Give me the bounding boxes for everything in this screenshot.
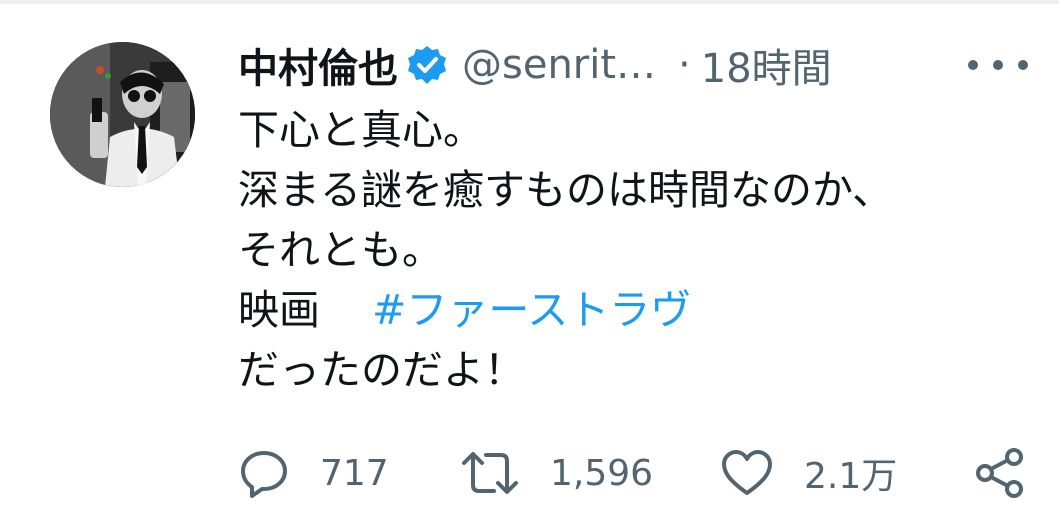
tweet[interactable]: 中村倫也 @senrit… · 18時間 下心と真心。 深まる謎を癒すものは時間… — [0, 0, 1059, 532]
tweet-line-5: だったのだよ！ — [238, 346, 525, 394]
retweet-button[interactable]: 1,596 — [460, 438, 653, 508]
line-prefix: 映画 — [238, 286, 320, 334]
heart-icon — [720, 447, 774, 499]
tweet-text: 下心と真心。 深まる謎を癒すものは時間なのか、 それとも。 映画 #ファーストラヴ… — [238, 100, 1028, 400]
tweet-header: 中村倫也 @senrit… · 18時間 — [238, 35, 832, 95]
timestamp[interactable]: 18時間 — [701, 36, 832, 94]
avatar[interactable] — [50, 42, 195, 187]
reply-icon — [238, 447, 290, 499]
verified-badge-icon — [406, 44, 448, 86]
separator: · — [678, 42, 691, 88]
like-button[interactable]: 2.1万 — [720, 438, 897, 508]
tweet-line-3: それとも。 — [238, 226, 443, 274]
dot — [993, 60, 1003, 70]
tweet-line-2: 深まる謎を癒すものは時間なのか、 — [238, 166, 894, 214]
dot — [1018, 60, 1028, 70]
like-count: 2.1万 — [804, 456, 898, 497]
dot — [968, 60, 978, 70]
divider — [0, 0, 1059, 4]
more-icon[interactable] — [968, 45, 1028, 85]
retweet-icon — [460, 447, 520, 499]
tweet-line-1: 下心と真心。 — [238, 106, 484, 154]
action-bar: 717 1,596 2.1万 — [238, 438, 1038, 508]
retweet-count: 1,596 — [550, 452, 654, 494]
share-button[interactable] — [973, 438, 1027, 508]
display-name[interactable]: 中村倫也 — [238, 36, 398, 94]
handle[interactable]: @senrit… — [462, 42, 656, 88]
reply-button[interactable]: 717 — [238, 438, 389, 508]
share-icon — [973, 447, 1027, 499]
tweet-line-4: 映画 #ファーストラヴ — [238, 280, 1028, 340]
reply-count: 717 — [320, 452, 389, 494]
hashtag-link[interactable]: #ファーストラヴ — [372, 286, 691, 334]
